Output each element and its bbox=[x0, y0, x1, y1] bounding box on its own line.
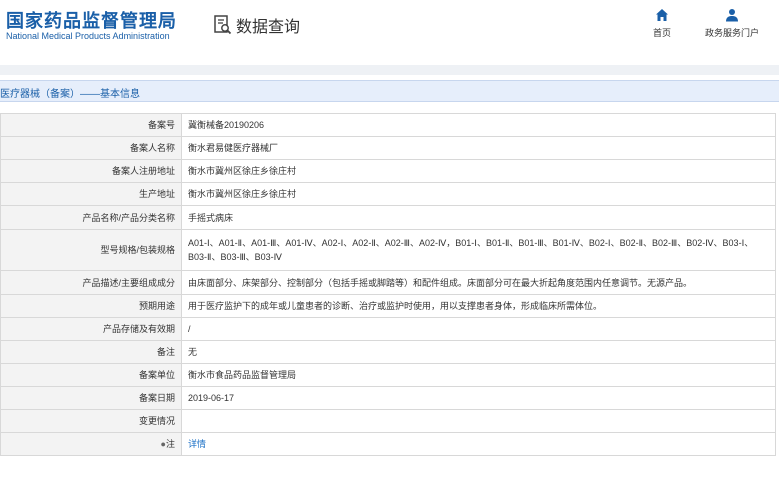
data-query-title[interactable]: 数据查询 bbox=[214, 13, 300, 37]
table-row: 型号规格/包装规格 A01-Ⅰ、A01-Ⅱ、A01-Ⅲ、A01-Ⅳ、A02-Ⅰ、A… bbox=[0, 229, 776, 271]
row-value: 用于医疗监护下的成年或儿童患者的诊断、治疗或监护时使用，用以支撑患者身体，形成临… bbox=[181, 294, 776, 318]
row-label: 产品描述/主要组成成分 bbox=[0, 270, 182, 295]
row-value: 详情 bbox=[181, 432, 776, 456]
row-label: 备案人名称 bbox=[0, 136, 182, 160]
brand-title-en: National Medical Products Administration bbox=[6, 31, 170, 41]
row-label: ●注 bbox=[0, 432, 182, 456]
nav-home[interactable]: 首页 bbox=[627, 8, 697, 39]
data-query-label: 数据查询 bbox=[236, 19, 301, 36]
table-row: 备案号 冀衡械备20190206 bbox=[0, 113, 776, 137]
row-value: / bbox=[181, 317, 776, 341]
row-value: 无 bbox=[181, 340, 776, 364]
row-label: 预期用途 bbox=[0, 294, 182, 318]
row-label: 备案日期 bbox=[0, 386, 182, 410]
table-row: 产品名称/产品分类名称 手摇式病床 bbox=[0, 205, 776, 230]
table-row: 产品描述/主要组成成分 由床面部分、床架部分、控制部分（包括手摇或脚踏等）和配件组… bbox=[0, 270, 776, 295]
row-label: 备注 bbox=[0, 340, 182, 364]
row-label: 备案人注册地址 bbox=[0, 159, 182, 183]
record-info-table: 备案号 冀衡械备20190206 备案人名称 衡水君易健医疗器械厂 备案人注册地址 衡水市… bbox=[0, 113, 776, 456]
brand-title-cn[interactable]: 国家药品监督管理局 bbox=[6, 7, 177, 33]
document-search-icon bbox=[214, 15, 232, 35]
row-value bbox=[181, 409, 776, 433]
table-row: 生产地址 衡水市冀州区徐庄乡徐庄村 bbox=[0, 182, 776, 206]
table-row: 备案单位 衡水市食品药品监督管理局 bbox=[0, 363, 776, 387]
breadcrumb: 医疗器械（备案）——基本信息 bbox=[0, 80, 779, 102]
site-header: 国家药品监督管理局 National Medical Products Admi… bbox=[0, 0, 779, 50]
row-label: 产品名称/产品分类名称 bbox=[0, 205, 182, 230]
row-value: 衡水市食品药品监督管理局 bbox=[181, 363, 776, 387]
table-row: 产品存储及有效期 / bbox=[0, 317, 776, 341]
row-label: 产品存储及有效期 bbox=[0, 317, 182, 341]
row-label: 备案号 bbox=[0, 113, 182, 137]
row-value: 手摇式病床 bbox=[181, 205, 776, 230]
user-icon bbox=[726, 9, 738, 22]
nav-service-portal[interactable]: 政务服务门户 bbox=[697, 8, 767, 39]
note-label: 注 bbox=[165, 439, 175, 449]
row-value: 2019-06-17 bbox=[181, 386, 776, 410]
row-label: 生产地址 bbox=[0, 182, 182, 206]
row-label: 变更情况 bbox=[0, 409, 182, 433]
row-value: 冀衡械备20190206 bbox=[181, 113, 776, 137]
breadcrumb-text: 医疗器械（备案）——基本信息 bbox=[0, 89, 140, 100]
home-icon bbox=[656, 9, 668, 21]
table-row: ●注 详情 bbox=[0, 432, 776, 456]
table-row: 备注无 bbox=[0, 340, 776, 364]
nav-service-portal-label: 政务服务门户 bbox=[704, 28, 759, 38]
table-row: 变更情况 bbox=[0, 409, 776, 433]
row-label: 备案单位 bbox=[0, 363, 182, 387]
row-label: 型号规格/包装规格 bbox=[0, 229, 182, 271]
table-row: 备案人注册地址 衡水市冀州区徐庄乡徐庄村 bbox=[0, 159, 776, 183]
row-value: A01-Ⅰ、A01-Ⅱ、A01-Ⅲ、A01-Ⅳ、A02-Ⅰ、A02-Ⅱ、A02-… bbox=[181, 229, 776, 271]
row-value: 衡水市冀州区徐庄乡徐庄村 bbox=[181, 182, 776, 206]
details-link[interactable]: 详情 bbox=[188, 439, 206, 449]
table-row: 备案日期 2019-06-17 bbox=[0, 386, 776, 410]
header-divider bbox=[0, 65, 779, 75]
row-value: 衡水君易健医疗器械厂 bbox=[181, 136, 776, 160]
nav-home-label: 首页 bbox=[652, 28, 671, 38]
table-row: 备案人名称 衡水君易健医疗器械厂 bbox=[0, 136, 776, 160]
table-row: 预期用途 用于医疗监护下的成年或儿童患者的诊断、治疗或监护时使用，用以支撑患者身体… bbox=[0, 294, 776, 318]
row-value: 衡水市冀州区徐庄乡徐庄村 bbox=[181, 159, 776, 183]
row-value: 由床面部分、床架部分、控制部分（包括手摇或脚踏等）和配件组成。床面部分可在最大折… bbox=[181, 270, 776, 295]
